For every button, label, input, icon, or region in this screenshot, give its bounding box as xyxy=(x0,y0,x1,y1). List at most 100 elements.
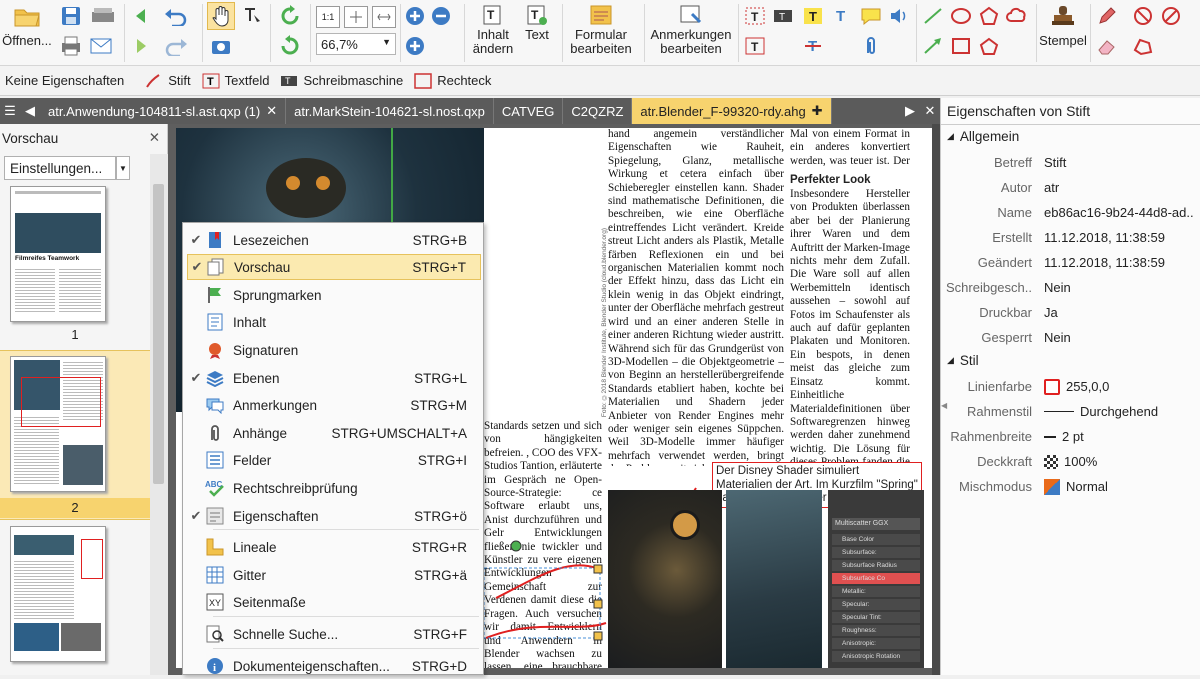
save-icon[interactable] xyxy=(58,4,84,28)
menu-item-page-dimensions[interactable]: XY Seitenmaße xyxy=(187,589,481,615)
underline-text-icon[interactable]: T xyxy=(828,4,854,28)
close-icon[interactable]: ✕ xyxy=(266,103,277,119)
typewriter-icon[interactable]: T xyxy=(770,4,796,28)
text-field-icon[interactable]: T xyxy=(742,34,768,58)
property-value-cell[interactable]: Durchgehend xyxy=(1038,404,1200,419)
zoom-in-icon[interactable] xyxy=(404,5,426,27)
property-row[interactable]: Deckkraft 100% xyxy=(941,449,1200,474)
property-row[interactable]: Druckbar Ja xyxy=(941,300,1200,325)
menu-item-preview[interactable]: ✔ Vorschau STRG+T xyxy=(187,254,481,280)
hand-tool-icon[interactable] xyxy=(207,2,235,30)
tab-document-5[interactable]: atr.Blender_F-99320-rdy.ahg ✚ xyxy=(632,98,832,124)
property-row[interactable]: Rahmenbreite 2 pt xyxy=(941,424,1200,449)
zoom-out-icon[interactable] xyxy=(430,5,452,27)
comment-icon[interactable] xyxy=(858,4,884,28)
menu-item-layers[interactable]: ✔ Ebenen STRG+L xyxy=(187,365,481,391)
ellipse-icon[interactable] xyxy=(948,4,974,28)
property-value[interactable]: Nein xyxy=(1038,280,1200,295)
undo-icon[interactable] xyxy=(160,4,192,28)
fit-page-icon[interactable] xyxy=(344,6,368,28)
snapshot-icon[interactable] xyxy=(207,34,235,58)
menu-item-signatures[interactable]: Signaturen xyxy=(187,337,481,363)
actual-size-icon[interactable]: 1:1 xyxy=(316,6,340,28)
tab-document-1[interactable]: atr.Anwendung-104811-sl.ast.qxp (1) ✕ xyxy=(40,98,287,124)
tab-scroll-left-icon[interactable]: ◀ xyxy=(20,98,40,124)
menu-item-contents[interactable]: Inhalt xyxy=(187,309,481,335)
property-value[interactable]: 11.12.2018, 11:38:59 xyxy=(1038,230,1200,245)
stamp-button[interactable]: Stempel xyxy=(1039,4,1087,48)
zoom-plus-icon[interactable] xyxy=(404,35,426,57)
close-all-tabs-icon[interactable]: ✕ xyxy=(920,98,940,124)
panel-collapse-icon[interactable]: ◀ xyxy=(941,401,947,411)
no-entry-icon[interactable] xyxy=(1158,4,1184,28)
cloud-icon[interactable] xyxy=(1004,4,1030,28)
eraser-icon[interactable] xyxy=(1094,34,1120,58)
menu-item-grid[interactable]: Gitter STRG+ä xyxy=(187,562,481,588)
property-value[interactable]: Ja xyxy=(1038,305,1200,320)
property-value[interactable]: atr xyxy=(1038,180,1200,195)
rectangle-tool-item[interactable]: Rechteck xyxy=(413,72,491,90)
rotate-cw-icon[interactable] xyxy=(276,4,304,28)
menu-item-bookmarks[interactable]: ✔ Lesezeichen STRG+B xyxy=(187,227,481,253)
menu-item-rulers[interactable]: Lineale STRG+R xyxy=(187,534,481,560)
property-row[interactable]: Gesperrt Nein xyxy=(941,325,1200,350)
new-tab-icon[interactable]: ✚ xyxy=(812,103,823,119)
page-thumbnail-3[interactable] xyxy=(10,526,106,662)
arrow-icon[interactable] xyxy=(920,34,946,58)
pentagon-icon[interactable] xyxy=(976,34,1002,58)
scrollbar-thumb[interactable] xyxy=(153,184,164,484)
tab-list-icon[interactable]: ☰ xyxy=(0,98,20,124)
menu-item-quick-search[interactable]: Schnelle Suche... STRG+F xyxy=(187,621,481,647)
highlight-text-icon[interactable]: T xyxy=(800,4,826,28)
menu-item-destinations[interactable]: Sprungmarken xyxy=(187,282,481,308)
general-section-header[interactable]: ◢ Allgemein xyxy=(947,129,1019,144)
redo-icon[interactable] xyxy=(160,34,192,58)
annotations-edit-button[interactable]: Anmerkungen bearbeiten xyxy=(648,4,734,56)
menu-item-properties[interactable]: ✔ Eigenschaften STRG+ö xyxy=(187,503,481,529)
forward-icon[interactable] xyxy=(128,34,154,58)
property-row[interactable]: Rahmenstil Durchgehend xyxy=(941,399,1200,424)
document-scrollbar[interactable] xyxy=(932,124,940,675)
property-value-cell[interactable]: 2 pt xyxy=(1038,429,1200,444)
text-box-icon[interactable]: T xyxy=(742,4,768,28)
edit-content-button[interactable]: T Inhalt ändern xyxy=(468,4,518,56)
property-row[interactable]: Autor atr xyxy=(941,175,1200,200)
back-icon[interactable] xyxy=(128,4,154,28)
property-value[interactable]: eb86ac16-9b24-44d8-ad.. xyxy=(1038,205,1200,220)
sound-icon[interactable] xyxy=(886,4,912,28)
preview-scrollbar[interactable] xyxy=(150,154,168,675)
rotate-ccw-icon[interactable] xyxy=(276,34,304,58)
style-section-header[interactable]: ◢ Stil xyxy=(947,353,979,368)
line-icon[interactable] xyxy=(920,4,946,28)
pen-tool-item[interactable]: Stift xyxy=(144,72,191,90)
page-thumbnail-1[interactable]: Filmreifes Teamwork xyxy=(10,186,106,322)
print-icon[interactable] xyxy=(58,34,84,58)
select-text-icon[interactable] xyxy=(238,4,266,28)
remove-all-icon[interactable] xyxy=(1130,4,1156,28)
property-row[interactable]: Betreff Stift xyxy=(941,150,1200,175)
property-row[interactable]: Erstellt 11.12.2018, 11:38:59 xyxy=(941,225,1200,250)
tab-document-3[interactable]: CATVEG xyxy=(494,98,564,124)
property-value[interactable]: 11.12.2018, 11:38:59 xyxy=(1038,255,1200,270)
form-edit-button[interactable]: Formular bearbeiten xyxy=(566,4,636,56)
property-value-cell[interactable]: 255,0,0 xyxy=(1038,378,1200,395)
menu-item-document-properties[interactable]: i Dokumenteigenschaften... STRG+D xyxy=(187,653,481,679)
property-row[interactable]: Name eb86ac16-9b24-44d8-ad.. xyxy=(941,200,1200,225)
menu-item-attachments[interactable]: Anhänge STRG+UMSCHALT+A xyxy=(187,420,481,446)
fit-width-icon[interactable] xyxy=(372,6,396,28)
page-thumbnail-2[interactable] xyxy=(10,356,106,492)
menu-item-comments[interactable]: Anmerkungen STRG+M xyxy=(187,392,481,418)
rectangle-icon[interactable] xyxy=(948,34,974,58)
property-value[interactable]: Stift xyxy=(1038,155,1200,170)
open-button[interactable]: Öffnen... xyxy=(2,4,52,48)
property-row[interactable]: Schreibgesch.. Nein xyxy=(941,275,1200,300)
pencil-icon[interactable] xyxy=(1094,4,1120,28)
textfield-tool-item[interactable]: T Textfeld xyxy=(201,72,269,90)
menu-item-fields[interactable]: Felder STRG+I xyxy=(187,447,481,473)
zoom-select[interactable]: 66,7% ▼ xyxy=(316,33,396,55)
tab-document-4[interactable]: C2QZRZ xyxy=(563,98,633,124)
property-value[interactable]: Nein xyxy=(1038,330,1200,345)
tab-scroll-right-icon[interactable]: ▶ xyxy=(900,98,920,124)
preview-settings-button[interactable]: Einstellungen... xyxy=(4,156,116,180)
email-icon[interactable] xyxy=(88,34,114,58)
